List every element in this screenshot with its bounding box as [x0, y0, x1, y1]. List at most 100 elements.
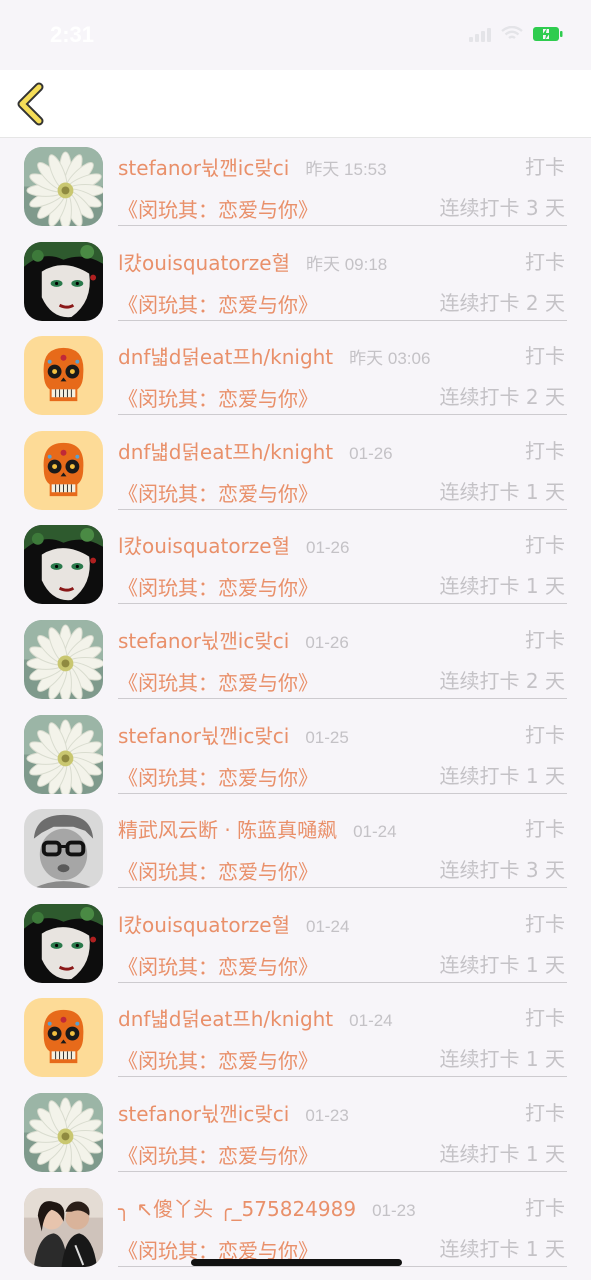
streak-label: 连续打卡 2 天: [439, 668, 565, 693]
checkin-time: 昨天 09:18: [305, 254, 388, 274]
divider: [118, 887, 567, 889]
checkin-time: 01-24: [349, 1011, 393, 1031]
book-title[interactable]: 《闵玧其：恋爱与你》: [118, 572, 318, 601]
avatar-face[interactable]: [24, 903, 103, 983]
divider: [118, 697, 567, 699]
avatar-daisy[interactable]: [24, 1092, 103, 1172]
avatar-daisy[interactable]: [24, 714, 103, 794]
avatar-skull[interactable]: [24, 336, 103, 416]
streak-label: 连续打卡 1 天: [439, 952, 565, 977]
user-name-text: stefanor뉛깬ic랒ci: [118, 1101, 290, 1126]
user-name-text: dnf냷d덝eat프h/knight: [118, 439, 334, 464]
user-name-text: stefanor뉛깬ic랒ci: [118, 723, 290, 748]
book-title[interactable]: 《闵玧其：恋爱与你》: [118, 383, 318, 412]
user-name[interactable]: dnf냷d덝eat프h/knight 01-26: [118, 436, 393, 465]
status-icons: [469, 26, 563, 42]
user-name[interactable]: dnf냷d덝eat프h/knight 01-24: [118, 1003, 393, 1032]
divider: [118, 1076, 567, 1078]
signal-icon: [469, 26, 491, 42]
avatar-skull[interactable]: [24, 430, 103, 510]
checkin-time: 01-23: [305, 1105, 349, 1125]
checkin-row[interactable]: dnf냷d덝eat프h/knight 01-24 打卡 《闵玧其：恋爱与你》 连续…: [0, 989, 591, 1084]
checkin-row[interactable]: stefanor뉛깬ic랒ci 01-23 打卡 《闵玧其：恋爱与你》 连续打卡 …: [0, 1084, 591, 1179]
divider: [118, 1170, 567, 1172]
streak-label: 连续打卡 1 天: [439, 479, 565, 504]
checkin-row[interactable]: stefanor뉛깬ic랒ci 01-26 打卡 《闵玧其：恋爱与你》 连续打卡 …: [0, 611, 591, 706]
book-title[interactable]: 《闵玧其：恋爱与你》: [118, 1140, 318, 1169]
checkin-action-label: 打卡: [525, 249, 565, 274]
streak-label: 连续打卡 1 天: [439, 763, 565, 788]
checkin-action-label: 打卡: [525, 155, 565, 179]
book-title[interactable]: 《闵玧其：恋爱与你》: [118, 856, 318, 885]
book-title[interactable]: 《闵玧其：恋爱与你》: [118, 1045, 318, 1074]
checkin-row[interactable]: dnf냷d덝eat프h/knight 01-26 打卡 《闵玧其：恋爱与你》 连续…: [0, 422, 591, 517]
user-name-text: l컀ouisquatorze혈: [118, 534, 290, 559]
checkin-time: 01-26: [305, 538, 350, 558]
checkin-time: 01-24: [305, 916, 350, 936]
avatar-face[interactable]: [24, 525, 103, 605]
user-name-text: 精武风云断 · 陈蓝真嗵飙: [118, 818, 338, 843]
book-title[interactable]: 《闵玧其：恋爱与你》: [118, 667, 318, 696]
battery-charging-icon: [533, 26, 563, 42]
nav-bar: [0, 70, 591, 138]
user-name[interactable]: stefanor뉛깬ic랒ci 01-25: [118, 720, 349, 749]
avatar-skull[interactable]: [24, 998, 103, 1078]
book-title[interactable]: 《闵玧其：恋爱与你》: [118, 289, 318, 318]
status-bar: 2:31: [0, 0, 591, 70]
user-name-text: l컀ouisquatorze혈: [118, 912, 290, 937]
user-name-text: ╮ ↖傻丫头 ╭_575824989: [118, 1196, 357, 1221]
avatar-daisy[interactable]: [24, 619, 103, 699]
checkin-action-label: 打卡: [525, 533, 565, 558]
checkin-row[interactable]: l컀ouisquatorze혈 01-24 打卡 《闵玧其：恋爱与你》 连续打卡 …: [0, 895, 591, 990]
user-name-text: stefanor뉛깬ic랒ci: [118, 156, 290, 180]
user-name-text: dnf냷d덝eat프h/knight: [118, 345, 334, 370]
checkin-row[interactable]: 精武风云断 · 陈蓝真嗵飙 01-24 打卡 《闵玧其：恋爱与你》 连续打卡 3 …: [0, 800, 591, 895]
chevron-left-icon: [17, 82, 44, 126]
checkin-time: 01-25: [305, 727, 349, 747]
avatar-couple[interactable]: [24, 1187, 103, 1267]
checkin-action-label: 打卡: [525, 1006, 565, 1031]
book-title[interactable]: 《闵玧其：恋爱与你》: [118, 478, 318, 507]
avatar-daisy[interactable]: [24, 147, 103, 226]
book-title[interactable]: 《闵玧其：恋爱与你》: [118, 951, 318, 980]
user-name[interactable]: l컀ouisquatorze혈 01-24: [118, 909, 349, 938]
back-button[interactable]: [12, 82, 52, 126]
checkin-time: 01-26: [305, 632, 349, 652]
user-name[interactable]: l컀ouisquatorze혈 昨天 09:18: [118, 247, 387, 276]
user-name[interactable]: stefanor뉛깬ic랒ci 01-26: [118, 625, 349, 654]
checkin-time: 昨天 03:06: [349, 349, 431, 369]
user-name-text: stefanor뉛깬ic랒ci: [118, 628, 290, 653]
streak-label: 连续打卡 3 天: [439, 858, 565, 883]
divider: [118, 319, 567, 321]
streak-label: 连续打卡 1 天: [439, 574, 565, 599]
book-title[interactable]: 《闵玧其：恋爱与你》: [118, 194, 318, 223]
user-name[interactable]: ╮ ↖傻丫头 ╭_575824989 01-23: [118, 1193, 416, 1222]
checkin-action-label: 打卡: [525, 817, 565, 842]
home-indicator[interactable]: [191, 1259, 402, 1266]
checkin-action-label: 打卡: [525, 1100, 565, 1125]
checkin-row[interactable]: dnf냷d덝eat프h/knight 昨天 03:06 打卡 《闵玧其：恋爱与你》…: [0, 327, 591, 422]
status-time: 2:31: [50, 22, 95, 47]
checkin-row[interactable]: l컀ouisquatorze혈 01-26 打卡 《闵玧其：恋爱与你》 连续打卡 …: [0, 516, 591, 611]
checkin-time: 01-23: [372, 1200, 416, 1220]
book-title[interactable]: 《闵玧其：恋爱与你》: [118, 762, 318, 791]
divider: [118, 603, 567, 605]
avatar-face[interactable]: [24, 241, 103, 321]
checkin-row[interactable]: l컀ouisquatorze혈 昨天 09:18 打卡 《闵玧其：恋爱与你》 连续…: [0, 233, 591, 328]
checkin-list: stefanor뉛깬ic랒ci 昨天 15:53 打卡 《闵玧其：恋爱与你》 连续…: [0, 138, 591, 1273]
user-name[interactable]: 精武风云断 · 陈蓝真嗵飙 01-24: [118, 814, 397, 843]
checkin-row[interactable]: stefanor뉛깬ic랒ci 昨天 15:53 打卡 《闵玧其：恋爱与你》 连续…: [0, 138, 591, 233]
checkin-row[interactable]: stefanor뉛깬ic랒ci 01-25 打卡 《闵玧其：恋爱与你》 连续打卡 …: [0, 706, 591, 801]
user-name[interactable]: l컀ouisquatorze혈 01-26: [118, 530, 349, 559]
user-name[interactable]: dnf냷d덝eat프h/knight 昨天 03:06: [118, 341, 430, 370]
divider: [118, 981, 567, 983]
checkin-action-label: 打卡: [525, 627, 565, 652]
avatar-child[interactable]: [24, 809, 103, 889]
user-name[interactable]: stefanor뉛깬ic랒ci 01-23: [118, 1098, 349, 1127]
user-name[interactable]: stefanor뉛깬ic랒ci 昨天 15:53: [118, 152, 387, 181]
streak-label: 连续打卡 3 天: [439, 196, 565, 220]
divider: [118, 225, 567, 226]
streak-label: 连续打卡 2 天: [439, 290, 565, 315]
streak-label: 连续打卡 1 天: [439, 1141, 565, 1166]
divider: [118, 414, 567, 416]
